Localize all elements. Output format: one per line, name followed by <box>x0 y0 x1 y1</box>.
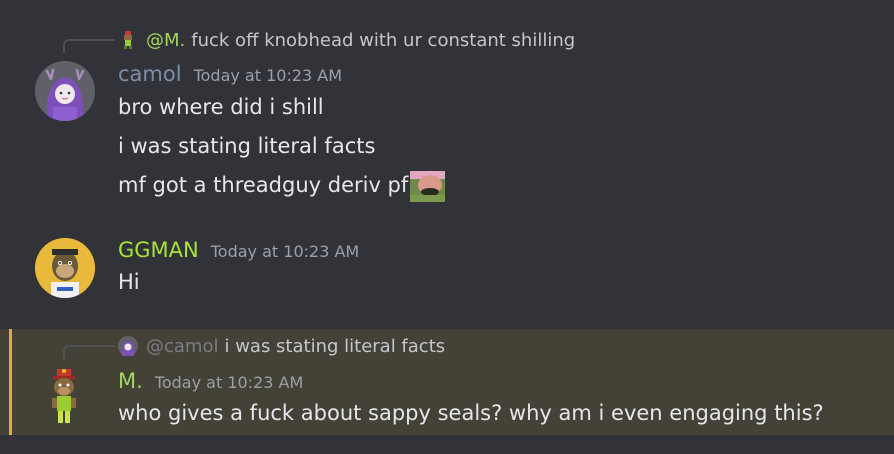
reply-text: i was stating literal facts <box>224 335 446 357</box>
camol-mini-avatar <box>118 336 138 356</box>
message-text: mf got a threadguy deriv pfp <box>118 173 422 197</box>
message-timestamp[interactable]: Today at 10:23 AM <box>155 373 303 392</box>
message-text: i was stating literal facts <box>118 134 376 158</box>
message-header: GGMAN Today at 10:23 AM <box>118 238 359 262</box>
m-mini-avatar <box>118 30 138 50</box>
message-timestamp[interactable]: Today at 10:23 AM <box>211 242 359 261</box>
reply-mention[interactable]: @M. <box>146 30 185 51</box>
reply-preview[interactable]: @M. fuck off knobhead with ur constant s… <box>118 28 575 52</box>
username-camol[interactable]: camol <box>118 62 182 86</box>
camol-avatar[interactable] <box>35 61 95 121</box>
message-timestamp[interactable]: Today at 10:23 AM <box>194 66 342 85</box>
username-ggman[interactable]: GGMAN <box>118 238 199 262</box>
message-header: M. Today at 10:23 AM <box>118 369 303 393</box>
reply-mention[interactable]: @camol <box>146 336 218 357</box>
reply-text: fuck off knobhead with ur constant shill… <box>191 29 576 51</box>
reply-preview[interactable]: @camol i was stating literal facts <box>118 334 445 358</box>
threadguy-emoji-icon[interactable] <box>410 171 445 202</box>
message-text: bro where did i shill <box>118 95 324 119</box>
reply-connector <box>63 345 115 359</box>
reply-connector <box>63 39 115 53</box>
ggman-avatar[interactable] <box>35 238 95 298</box>
message-text: Hi <box>118 270 140 294</box>
username-m[interactable]: M. <box>118 369 143 393</box>
message-header: camol Today at 10:23 AM <box>118 62 342 86</box>
mention-highlight-bar <box>9 329 12 435</box>
m-avatar[interactable] <box>47 367 81 427</box>
message-text: who gives a fuck about sappy seals? why … <box>118 401 824 425</box>
